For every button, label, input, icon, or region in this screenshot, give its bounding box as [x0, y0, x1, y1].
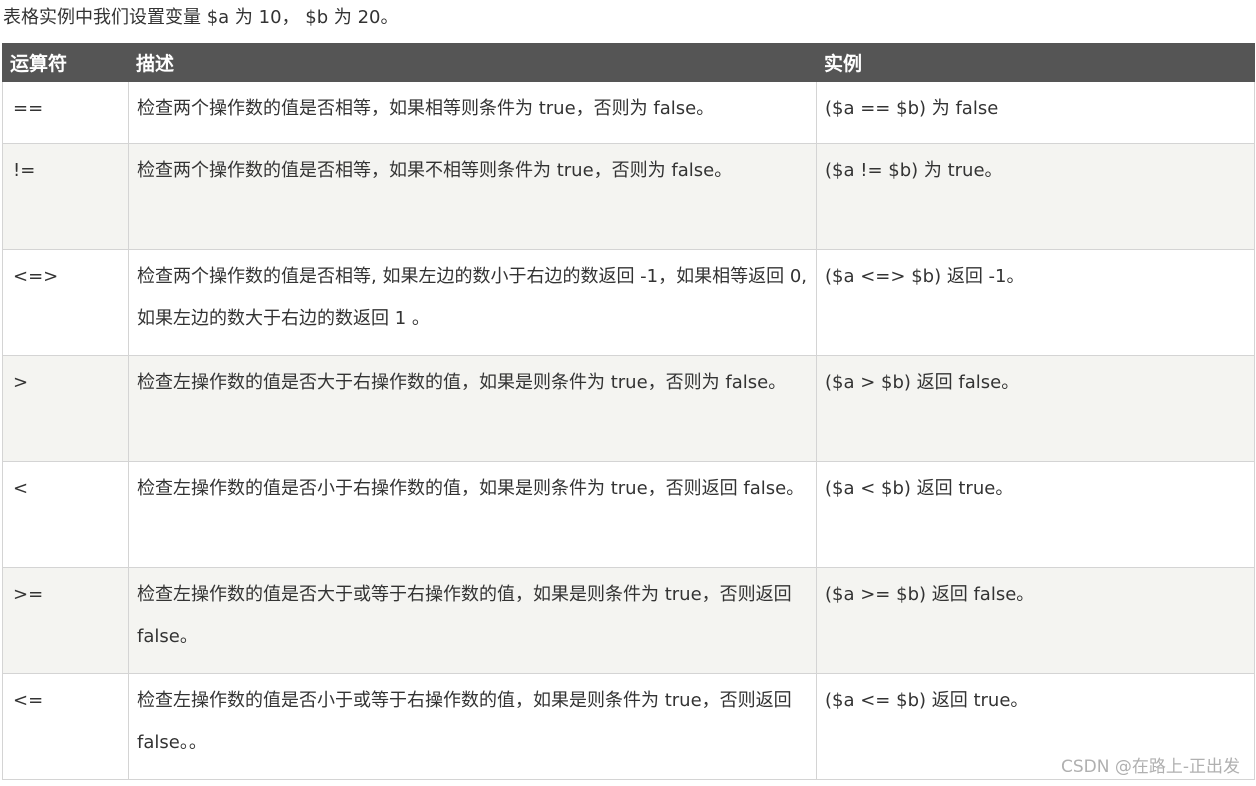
table-row: >= 检查左操作数的值是否大于或等于右操作数的值，如果是则条件为 true，否则… [2, 567, 1255, 674]
operator-cell: >= [2, 567, 129, 674]
operator-cell: <=> [2, 249, 129, 356]
example-cell: ($a > $b) 返回 false。 [816, 355, 1255, 462]
table-row: != 检查两个操作数的值是否相等，如果不相等则条件为 true，否则为 fals… [2, 143, 1255, 250]
example-cell: ($a <=> $b) 返回 -1。 [816, 249, 1255, 356]
table-row: > 检查左操作数的值是否大于右操作数的值，如果是则条件为 true，否则为 fa… [2, 355, 1255, 462]
description-cell: 检查左操作数的值是否小于或等于右操作数的值，如果是则条件为 true，否则返回 … [128, 673, 817, 780]
example-cell: ($a < $b) 返回 true。 [816, 461, 1255, 568]
table-row: == 检查两个操作数的值是否相等，如果相等则条件为 true，否则为 false… [2, 81, 1255, 144]
comparison-operators-table: 运算符 描述 实例 == 检查两个操作数的值是否相等，如果相等则条件为 true… [2, 43, 1255, 780]
operator-cell: < [2, 461, 129, 568]
description-cell: 检查左操作数的值是否小于右操作数的值，如果是则条件为 true，否则返回 fal… [128, 461, 817, 568]
operator-cell: <= [2, 673, 129, 780]
csdn-watermark: CSDN @在路上-正出发 [1060, 757, 1240, 777]
table-header-row: 运算符 描述 实例 [2, 43, 1255, 82]
example-cell: ($a != $b) 为 true。 [816, 143, 1255, 250]
operator-cell: > [2, 355, 129, 462]
table-row: <=> 检查两个操作数的值是否相等, 如果左边的数小于右边的数返回 -1，如果相… [2, 249, 1255, 356]
table-row: < 检查左操作数的值是否小于右操作数的值，如果是则条件为 true，否则返回 f… [2, 461, 1255, 568]
description-cell: 检查两个操作数的值是否相等, 如果左边的数小于右边的数返回 -1，如果相等返回 … [128, 249, 817, 356]
intro-text: 表格实例中我们设置变量 $a 为 10， $b 为 20。 [3, 7, 399, 28]
header-operator: 运算符 [2, 43, 129, 82]
example-cell: ($a >= $b) 返回 false。 [816, 567, 1255, 674]
description-cell: 检查两个操作数的值是否相等，如果相等则条件为 true，否则为 false。 [128, 81, 817, 144]
operator-cell: == [2, 81, 129, 144]
description-cell: 检查左操作数的值是否大于右操作数的值，如果是则条件为 true，否则为 fals… [128, 355, 817, 462]
header-description: 描述 [128, 43, 817, 82]
description-cell: 检查两个操作数的值是否相等，如果不相等则条件为 true，否则为 false。 [128, 143, 817, 250]
header-example: 实例 [816, 43, 1255, 82]
description-cell: 检查左操作数的值是否大于或等于右操作数的值，如果是则条件为 true，否则返回 … [128, 567, 817, 674]
operator-cell: != [2, 143, 129, 250]
example-cell: ($a == $b) 为 false [816, 81, 1255, 144]
